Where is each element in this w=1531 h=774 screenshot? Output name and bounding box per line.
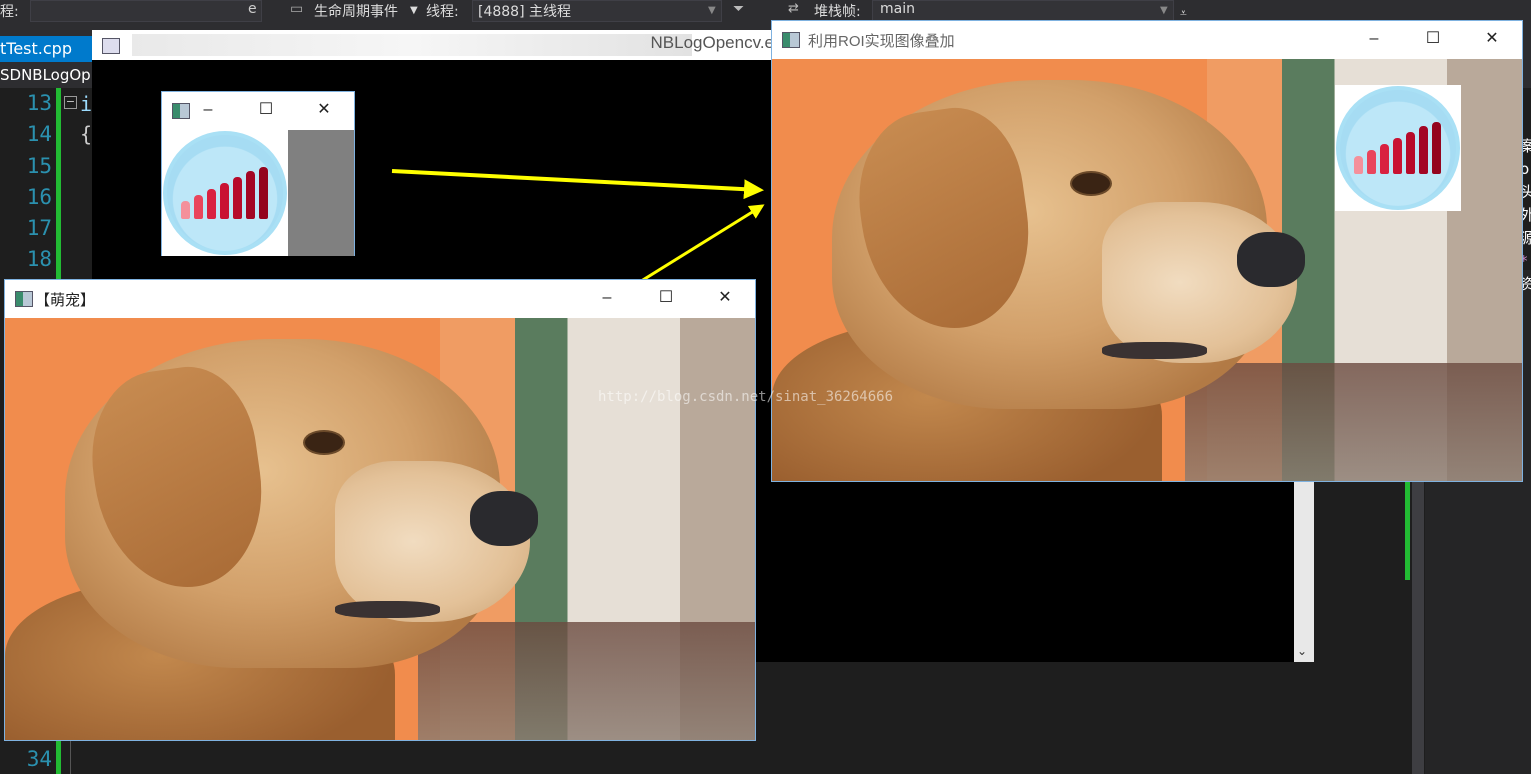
signal-bar [1406,132,1415,174]
signal-bar [1380,144,1389,174]
close-icon[interactable]: ✕ [1480,27,1504,51]
dog-mouth [1102,341,1207,359]
close-icon[interactable]: ✕ [713,286,737,310]
signal-bars [1354,118,1444,174]
pet-window[interactable]: 【萌宠】 – ☐ ✕ [4,279,756,741]
roi-window-titlebar[interactable]: 利用ROI实现图像叠加 – ☐ ✕ [772,21,1522,59]
minimize-icon[interactable]: – [595,286,619,310]
dog-eye [1072,172,1110,195]
roi-logo-overlay [1335,85,1461,211]
dog-photo-with-overlay [772,59,1522,481]
arrow-from-logo [391,169,764,200]
dog-mouth [335,600,440,618]
signal-bars-icon [1336,86,1460,210]
maximize-icon[interactable]: ☐ [1421,27,1445,51]
window-app-icon [782,32,800,48]
pet-window-title: 【萌宠】 [35,292,96,309]
signal-bar [1419,126,1428,174]
roi-window-title: 利用ROI实现图像叠加 [808,33,955,50]
window-app-icon [15,291,33,307]
signal-bar [1367,150,1376,174]
dog-eye [305,431,343,454]
roi-window[interactable]: 利用ROI实现图像叠加 – ☐ ✕ [771,20,1523,482]
signal-bar [1354,156,1363,174]
photo-background-wall [1184,362,1522,481]
signal-bar [1432,122,1441,174]
pet-window-titlebar[interactable]: 【萌宠】 – ☐ ✕ [5,280,755,318]
signal-bar [1393,138,1402,174]
dog-nose [1237,232,1305,287]
dog-photo [5,318,755,740]
maximize-icon[interactable]: ☐ [654,286,678,310]
minimize-icon[interactable]: – [1362,27,1386,51]
photo-background-wall [417,621,755,740]
watermark: http://blog.csdn.net/sinat_36264666 [598,389,894,405]
dog-nose [470,491,538,546]
